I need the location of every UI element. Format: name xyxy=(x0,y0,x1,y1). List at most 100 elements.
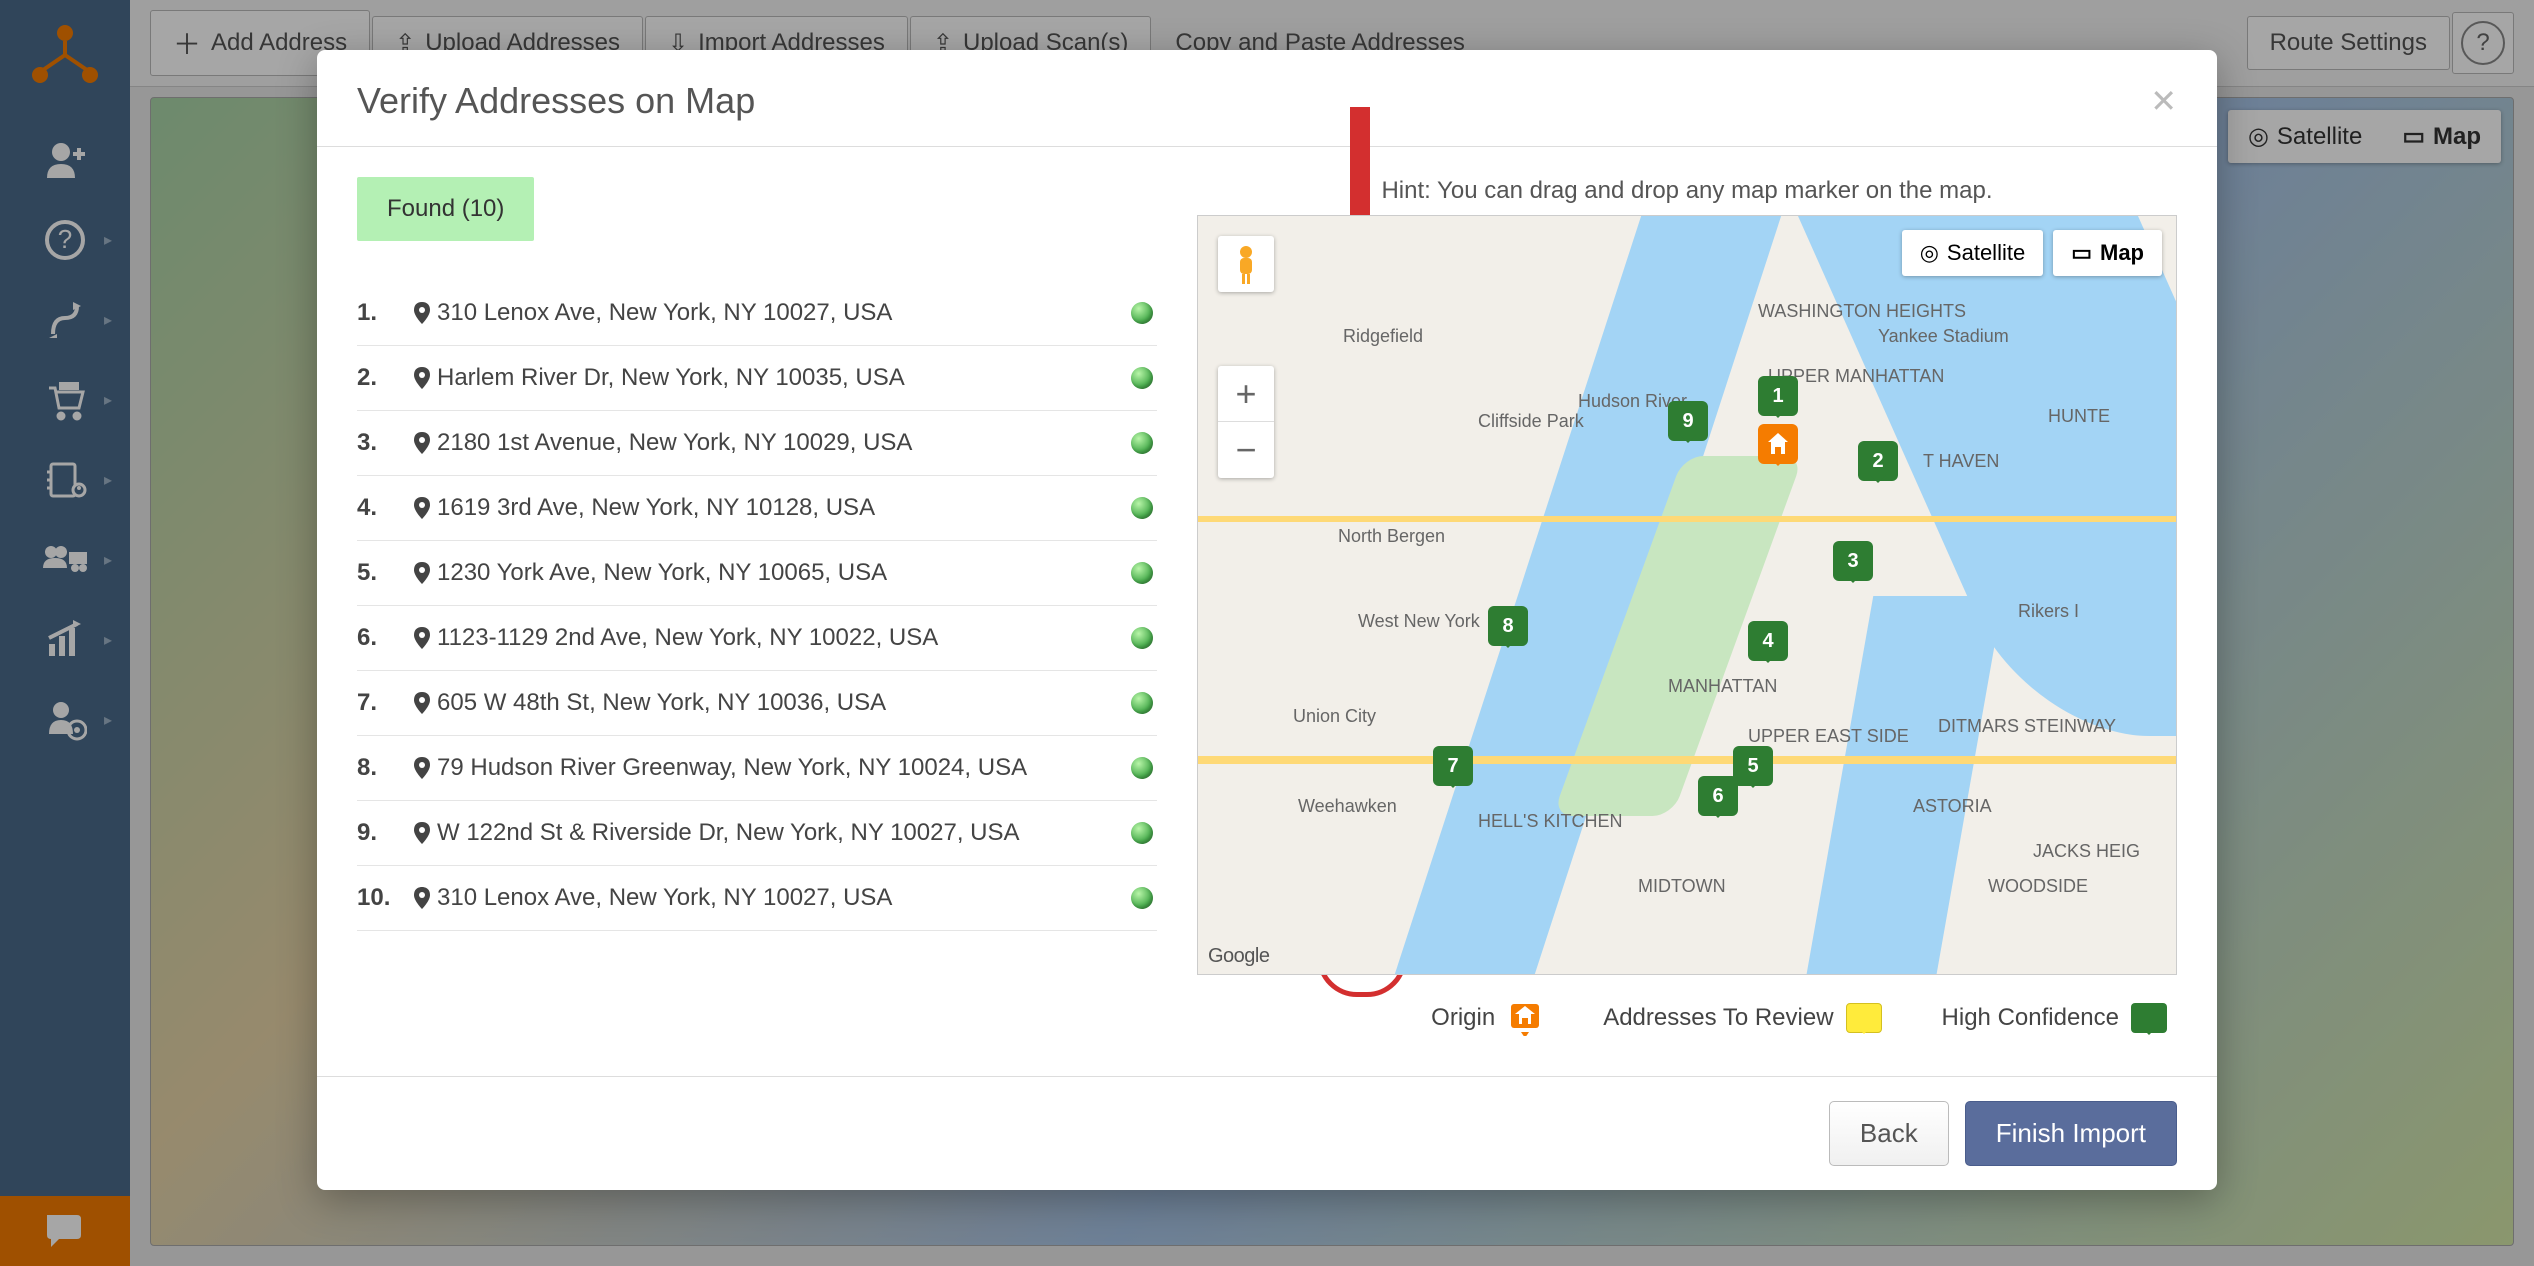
map-label: Ridgefield xyxy=(1343,326,1423,347)
confidence-indicator xyxy=(1127,757,1157,779)
map-map-button[interactable]: ▭Map xyxy=(2053,230,2162,276)
address-row[interactable]: 2. Harlem River Dr, New York, NY 10035, … xyxy=(357,346,1157,411)
map-marker[interactable]: 9 xyxy=(1668,401,1708,441)
map-label: MANHATTAN xyxy=(1668,676,1777,697)
pin-icon xyxy=(407,692,437,714)
address-number: 3. xyxy=(357,429,407,457)
map-marker[interactable]: 5 xyxy=(1733,746,1773,786)
address-row[interactable]: 1. 310 Lenox Ave, New York, NY 10027, US… xyxy=(357,281,1157,346)
map-label: MIDTOWN xyxy=(1638,876,1726,897)
origin-marker[interactable] xyxy=(1758,424,1798,464)
address-text: 1230 York Ave, New York, NY 10065, USA xyxy=(437,559,1127,587)
map-label: DITMARS STEINWAY xyxy=(1938,716,2116,737)
address-text: Harlem River Dr, New York, NY 10035, USA xyxy=(437,364,1127,392)
map-legend: Origin Addresses To Review High Confiden… xyxy=(1197,975,2177,1046)
address-row[interactable]: 7. 605 W 48th St, New York, NY 10036, US… xyxy=(357,671,1157,736)
address-text: 2180 1st Avenue, New York, NY 10029, USA xyxy=(437,429,1127,457)
pin-icon xyxy=(407,627,437,649)
map-marker[interactable]: 8 xyxy=(1488,606,1528,646)
address-number: 6. xyxy=(357,624,407,652)
pin-icon xyxy=(407,757,437,779)
pegman-button[interactable] xyxy=(1218,236,1274,292)
address-text: 605 W 48th St, New York, NY 10036, USA xyxy=(437,689,1127,717)
map[interactable]: Ridgefield Cliffside Park North Bergen West… xyxy=(1197,215,2177,975)
modal-overlay: Verify Addresses on Map ✕ Found (10) 1. … xyxy=(0,0,2534,1266)
zoom-in-button[interactable]: + xyxy=(1218,366,1274,422)
address-row[interactable]: 10. 310 Lenox Ave, New York, NY 10027, U… xyxy=(357,866,1157,931)
address-row[interactable]: 3. 2180 1st Avenue, New York, NY 10029, … xyxy=(357,411,1157,476)
modal-title: Verify Addresses on Map xyxy=(357,80,755,122)
address-number: 10. xyxy=(357,884,407,912)
map-marker[interactable]: 6 xyxy=(1698,776,1738,816)
pin-icon xyxy=(407,302,437,324)
legend-high-confidence: High Confidence xyxy=(1942,1003,2167,1033)
address-text: 310 Lenox Ave, New York, NY 10027, USA xyxy=(437,884,1127,912)
address-text: W 122nd St & Riverside Dr, New York, NY … xyxy=(437,819,1127,847)
confidence-indicator xyxy=(1127,627,1157,649)
address-number: 9. xyxy=(357,819,407,847)
confidence-indicator xyxy=(1127,497,1157,519)
address-row[interactable]: 9. W 122nd St & Riverside Dr, New York, … xyxy=(357,801,1157,866)
map-label: West New York xyxy=(1358,611,1480,632)
pin-icon xyxy=(407,562,437,584)
found-tab[interactable]: Found (10) xyxy=(357,177,534,241)
address-text: 310 Lenox Ave, New York, NY 10027, USA xyxy=(437,299,1127,327)
map-marker[interactable]: 7 xyxy=(1433,746,1473,786)
address-number: 7. xyxy=(357,689,407,717)
google-attribution: Google xyxy=(1208,945,1270,968)
map-label: HELL'S KITCHEN xyxy=(1478,811,1622,832)
address-list: 1. 310 Lenox Ave, New York, NY 10027, US… xyxy=(357,281,1157,931)
address-row[interactable]: 8. 79 Hudson River Greenway, New York, N… xyxy=(357,736,1157,801)
map-marker[interactable]: 2 xyxy=(1858,441,1898,481)
map-zoom-control: + − xyxy=(1218,366,1274,478)
address-row[interactable]: 4. 1619 3rd Ave, New York, NY 10128, USA xyxy=(357,476,1157,541)
verify-addresses-modal: Verify Addresses on Map ✕ Found (10) 1. … xyxy=(317,50,2217,1190)
map-label: Rikers I xyxy=(2018,601,2079,622)
map-label: Weehawken xyxy=(1298,796,1397,817)
zoom-out-button[interactable]: − xyxy=(1218,422,1274,478)
address-row[interactable]: 6. 1123-1129 2nd Ave, New York, NY 10022… xyxy=(357,606,1157,671)
confidence-indicator xyxy=(1127,432,1157,454)
legend-origin: Origin xyxy=(1431,1000,1543,1036)
map-marker[interactable]: 3 xyxy=(1833,541,1873,581)
pin-icon xyxy=(407,432,437,454)
confidence-indicator xyxy=(1127,692,1157,714)
close-icon[interactable]: ✕ xyxy=(2150,82,2177,120)
address-number: 2. xyxy=(357,364,407,392)
confidence-indicator xyxy=(1127,562,1157,584)
address-text: 1619 3rd Ave, New York, NY 10128, USA xyxy=(437,494,1127,522)
map-hint: Hint: You can drag and drop any map mark… xyxy=(1197,177,2177,205)
confidence-indicator xyxy=(1127,367,1157,389)
map-label: ASTORIA xyxy=(1913,796,1992,817)
map-label: North Bergen xyxy=(1338,526,1445,547)
map-marker[interactable]: 1 xyxy=(1758,376,1798,416)
pin-icon xyxy=(407,497,437,519)
map-label: T HAVEN xyxy=(1923,451,1999,472)
back-button[interactable]: Back xyxy=(1829,1101,1949,1166)
address-row[interactable]: 5. 1230 York Ave, New York, NY 10065, US… xyxy=(357,541,1157,606)
map-satellite-button[interactable]: ◎Satellite xyxy=(1902,230,2043,276)
address-number: 5. xyxy=(357,559,407,587)
map-label: WOODSIDE xyxy=(1988,876,2088,897)
map-label: Union City xyxy=(1293,706,1376,727)
pin-icon xyxy=(407,367,437,389)
map-label: Cliffside Park xyxy=(1478,411,1584,432)
legend-review: Addresses To Review xyxy=(1603,1003,1881,1033)
address-number: 4. xyxy=(357,494,407,522)
confidence-indicator xyxy=(1127,302,1157,324)
address-text: 79 Hudson River Greenway, New York, NY 1… xyxy=(437,754,1127,782)
address-text: 1123-1129 2nd Ave, New York, NY 10022, U… xyxy=(437,624,1127,652)
address-number: 1. xyxy=(357,299,407,327)
map-label: WASHINGTON HEIGHTS xyxy=(1758,301,1966,322)
map-label: JACKS HEIG xyxy=(2033,841,2140,862)
map-label: HUNTE xyxy=(2048,406,2110,427)
map-label: Yankee Stadium xyxy=(1878,326,2009,347)
finish-import-button[interactable]: Finish Import xyxy=(1965,1101,2177,1166)
map-label: UPPER EAST SIDE xyxy=(1748,726,1909,747)
map-marker[interactable]: 4 xyxy=(1748,621,1788,661)
pin-icon xyxy=(407,887,437,909)
address-number: 8. xyxy=(357,754,407,782)
pin-icon xyxy=(407,822,437,844)
confidence-indicator xyxy=(1127,887,1157,909)
confidence-indicator xyxy=(1127,822,1157,844)
